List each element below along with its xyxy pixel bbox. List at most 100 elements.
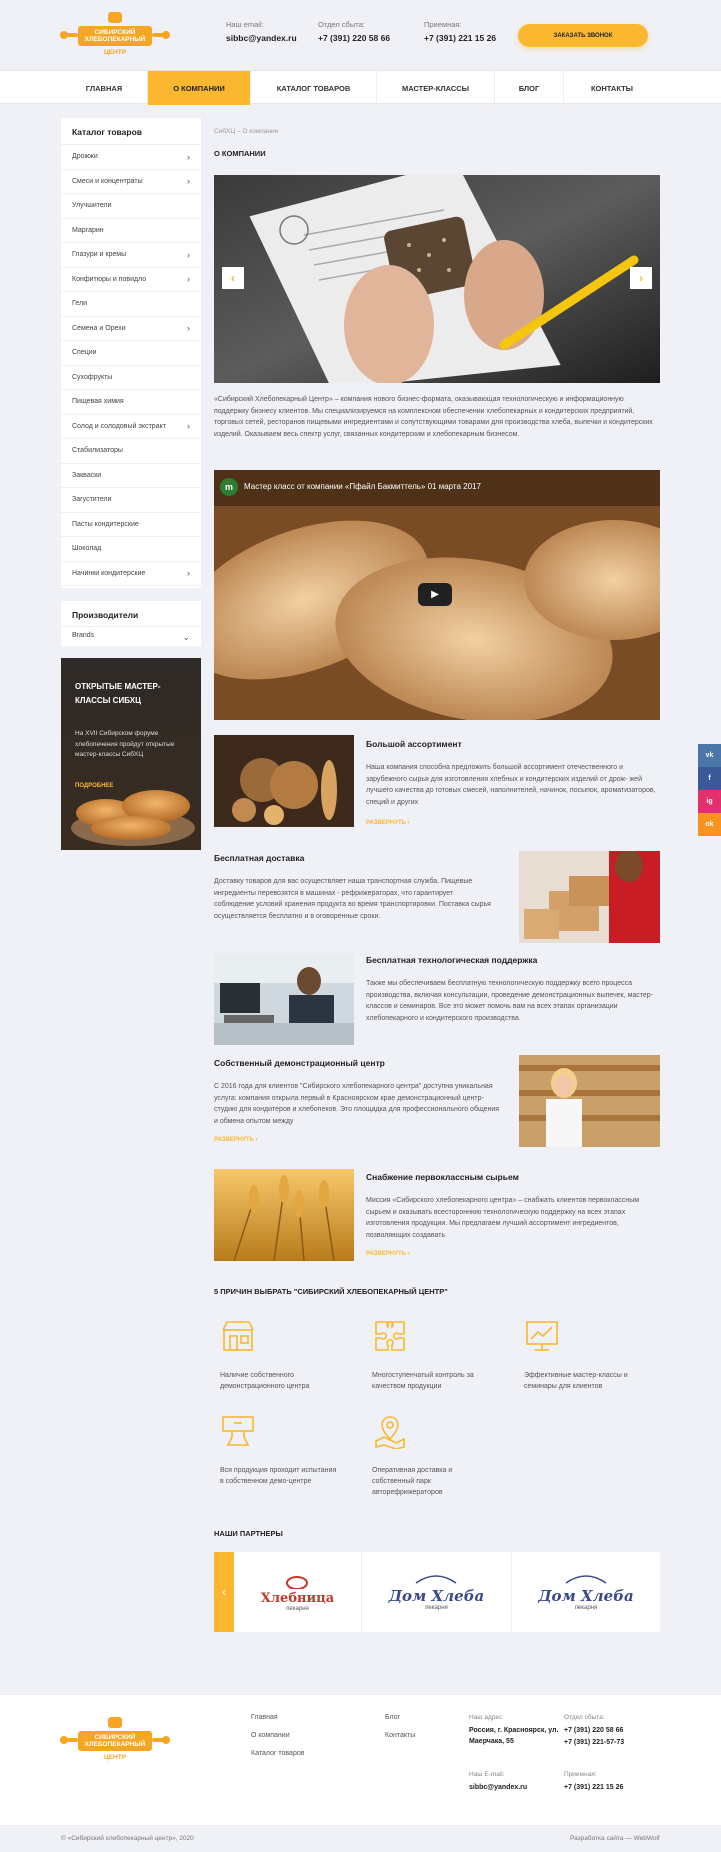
- footer-link-about[interactable]: О компании: [251, 1732, 304, 1739]
- sidebar-item[interactable]: Стабилизаторы: [61, 439, 201, 464]
- reason-text: Вся продукция проходит испытания в собст…: [220, 1467, 337, 1486]
- header-reception: Приемная: +7 (391) 221 15 26: [424, 20, 496, 43]
- video-player[interactable]: m Мастер класс от компании «Пфайл Бакмит…: [214, 470, 660, 720]
- feature-title: Собственный демонстрационный центр: [214, 1058, 385, 1068]
- sidebar-item-label: Начинки кондитерские: [72, 569, 146, 577]
- feature-text: Доставку товаров для вас осуществляет на…: [214, 878, 491, 920]
- reception-phone[interactable]: +7 (391) 221 15 26: [424, 33, 496, 43]
- sidebar-item[interactable]: Улучшители: [61, 194, 201, 219]
- footer-link-contacts[interactable]: Контакты: [385, 1732, 415, 1739]
- partner-logo[interactable]: Хлебница пекарня: [234, 1552, 362, 1632]
- footer-bottom-bar: © «Сибирский хлебопекарный центр», 2020 …: [0, 1825, 721, 1852]
- footer-link-catalog[interactable]: Каталог товаров: [251, 1750, 304, 1757]
- partner-logo[interactable]: Дом Хлеба пекарня: [362, 1552, 512, 1632]
- email-link[interactable]: sibbc@yandex.ru: [226, 33, 297, 43]
- svg-text:СИБИРСКИЙ: СИБИРСКИЙ: [95, 1732, 136, 1741]
- feature-assortment-image: [214, 735, 354, 827]
- partner-logo[interactable]: Дом Хлеба пекарня: [512, 1552, 660, 1632]
- sidebar-item-label: Стабилизаторы: [72, 447, 123, 455]
- footer-reception-phone[interactable]: +7 (391) 221 15 26: [564, 1782, 623, 1793]
- nav-masterclasses[interactable]: МАСТЕР-КЛАССЫ: [377, 71, 495, 105]
- svg-text:ЦЕНТР: ЦЕНТР: [104, 49, 127, 56]
- sidebar-item[interactable]: Дрожжи ›: [61, 145, 201, 170]
- sidebar-item[interactable]: Глазури и кремы ›: [61, 243, 201, 268]
- svg-text:СИБИРСКИЙ: СИБИРСКИЙ: [95, 27, 136, 36]
- footer-sales-phone-1[interactable]: +7 (391) 220 58 66: [564, 1725, 624, 1736]
- partners-prev-button[interactable]: ‹: [214, 1552, 234, 1632]
- feature-support: Бесплатная технологическая поддержка Так…: [366, 955, 660, 1024]
- map-pin-icon: [375, 1416, 405, 1450]
- footer-link-blog[interactable]: Блог: [385, 1714, 415, 1721]
- video-title[interactable]: Мастер класс от компании «Пфайл Бакмитте…: [244, 482, 481, 491]
- feature-expand-link[interactable]: РАЗВЕРНУТЬ ›: [366, 1251, 660, 1257]
- feature-expand-link[interactable]: РАЗВЕРНУТЬ ›: [214, 1137, 504, 1143]
- feature-expand-link[interactable]: РАЗВЕРНУТЬ ›: [366, 820, 660, 826]
- reason-text: Эффективные мастер-классы и семинары для…: [524, 1372, 628, 1391]
- reason-item: Многоступенчатый контроль за качеством п…: [372, 1318, 492, 1392]
- feature-title: Бесплатная технологическая поддержка: [366, 955, 538, 965]
- sidebar-item-label: Пищевая химия: [72, 398, 124, 406]
- instagram-icon[interactable]: ig: [698, 790, 721, 813]
- sales-label: Отдел сбыта:: [318, 20, 365, 29]
- sidebar-item-label: Улучшители: [72, 202, 112, 210]
- sidebar-item[interactable]: Начинки кондитерские ›: [61, 562, 201, 586]
- producers-select-value: Brands: [72, 632, 95, 639]
- reason-item: Вся продукция проходит испытания в собст…: [220, 1413, 340, 1487]
- sidebar-item[interactable]: Пасты кондитерские: [61, 513, 201, 537]
- producers-select[interactable]: Brands ⌄: [61, 627, 201, 648]
- sidebar-item-label: Семена и Орехи: [72, 324, 126, 332]
- sidebar-item[interactable]: Закваски: [61, 464, 201, 488]
- feature-text: С 2016 года для клиентов "Сибирского хле…: [214, 1083, 500, 1125]
- chevron-right-icon: ›: [187, 176, 190, 187]
- image-slider: ‹ ›: [214, 175, 660, 383]
- footer-email-value[interactable]: sibbc@yandex.ru: [469, 1782, 527, 1793]
- sidebar-item-label: Закваски: [72, 471, 102, 479]
- sidebar-item[interactable]: Специи: [61, 341, 201, 366]
- nav-blog[interactable]: БЛОГ: [495, 71, 564, 105]
- sidebar-item[interactable]: Маргарин: [61, 219, 201, 243]
- reasons-title: 5 ПРИЧИН ВЫБРАТЬ "СИБИРСКИЙ ХЛЕБОПЕКАРНЫ…: [214, 1287, 448, 1296]
- play-icon[interactable]: ▶: [418, 583, 452, 606]
- email-label: Наш email:: [226, 20, 264, 29]
- sidebar-item-label: Дрожжи: [72, 153, 98, 161]
- catalog-title: Каталог товаров: [61, 118, 201, 145]
- masterclass-banner[interactable]: ОТКРЫТЫЕ МАСТЕР-КЛАССЫ СИБХЦ На XVII Сиб…: [61, 658, 201, 850]
- sidebar-item[interactable]: Гели: [61, 292, 201, 317]
- store-icon: [222, 1321, 254, 1351]
- feature-title: Снабжение первоклассным сырьем: [366, 1172, 519, 1182]
- svg-text:ХЛЕБОПЕКАРНЫЙ: ХЛЕБОПЕКАРНЫЙ: [85, 1739, 146, 1748]
- reason-item: Наличие собственного демонстрационного ц…: [220, 1318, 340, 1392]
- vk-icon[interactable]: vk: [698, 744, 721, 767]
- developer-link[interactable]: Разработка сайта — WebWolf: [570, 1835, 660, 1842]
- nav-about[interactable]: О КОМПАНИИ: [148, 71, 251, 105]
- nav-catalog[interactable]: КАТАЛОГ ТОВАРОВ: [251, 71, 377, 105]
- footer-sales-phone-2[interactable]: +7 (391) 221-57-73: [564, 1737, 624, 1748]
- sidebar-item[interactable]: Конфитюры и повидло ›: [61, 268, 201, 292]
- logo[interactable]: СИБИРСКИЙ ХЛЕБОПЕКАРНЫЙ ЦЕНТР: [60, 10, 170, 58]
- call-request-button[interactable]: ЗАКАЗАТЬ ЗВОНОК: [518, 24, 648, 47]
- banner-more-link[interactable]: ПОДРОБНЕЕ: [75, 783, 113, 789]
- sidebar-item[interactable]: Загустители: [61, 488, 201, 513]
- footer-link-home[interactable]: Главная: [251, 1714, 304, 1721]
- nav-contacts[interactable]: КОНТАКТЫ: [564, 71, 660, 105]
- feature-title: Большой ассортимент: [366, 739, 462, 749]
- sidebar-item[interactable]: Шоколад: [61, 537, 201, 562]
- video-channel-avatar[interactable]: m: [220, 478, 238, 496]
- sidebar-item[interactable]: Пищевая химия: [61, 390, 201, 415]
- sidebar-item-label: Гели: [72, 300, 87, 308]
- reason-item: Эффективные мастер-классы и семинары для…: [524, 1318, 644, 1392]
- footer-logo[interactable]: СИБИРСКИЙ ХЛЕБОПЕКАРНЫЙ ЦЕНТР: [60, 1715, 170, 1763]
- nav-home[interactable]: ГЛАВНАЯ: [61, 71, 148, 105]
- sales-phone[interactable]: +7 (391) 220 58 66: [318, 33, 390, 43]
- sidebar-item[interactable]: Семена и Орехи ›: [61, 317, 201, 341]
- sidebar-item[interactable]: Сухофрукты: [61, 366, 201, 390]
- facebook-icon[interactable]: f: [698, 767, 721, 790]
- breadcrumb[interactable]: СибХЦ – О компании: [214, 128, 278, 135]
- slider-next-button[interactable]: ›: [630, 267, 652, 289]
- sidebar-item[interactable]: Смеси и концентраты ›: [61, 170, 201, 194]
- odnoklassniki-icon[interactable]: ok: [698, 813, 721, 836]
- footer-links-col2: Блог Контакты: [385, 1714, 415, 1739]
- feature-supply-image: [214, 1169, 354, 1261]
- slider-prev-button[interactable]: ‹: [222, 267, 244, 289]
- sidebar-item[interactable]: Солод и солодовый экстракт ›: [61, 415, 201, 439]
